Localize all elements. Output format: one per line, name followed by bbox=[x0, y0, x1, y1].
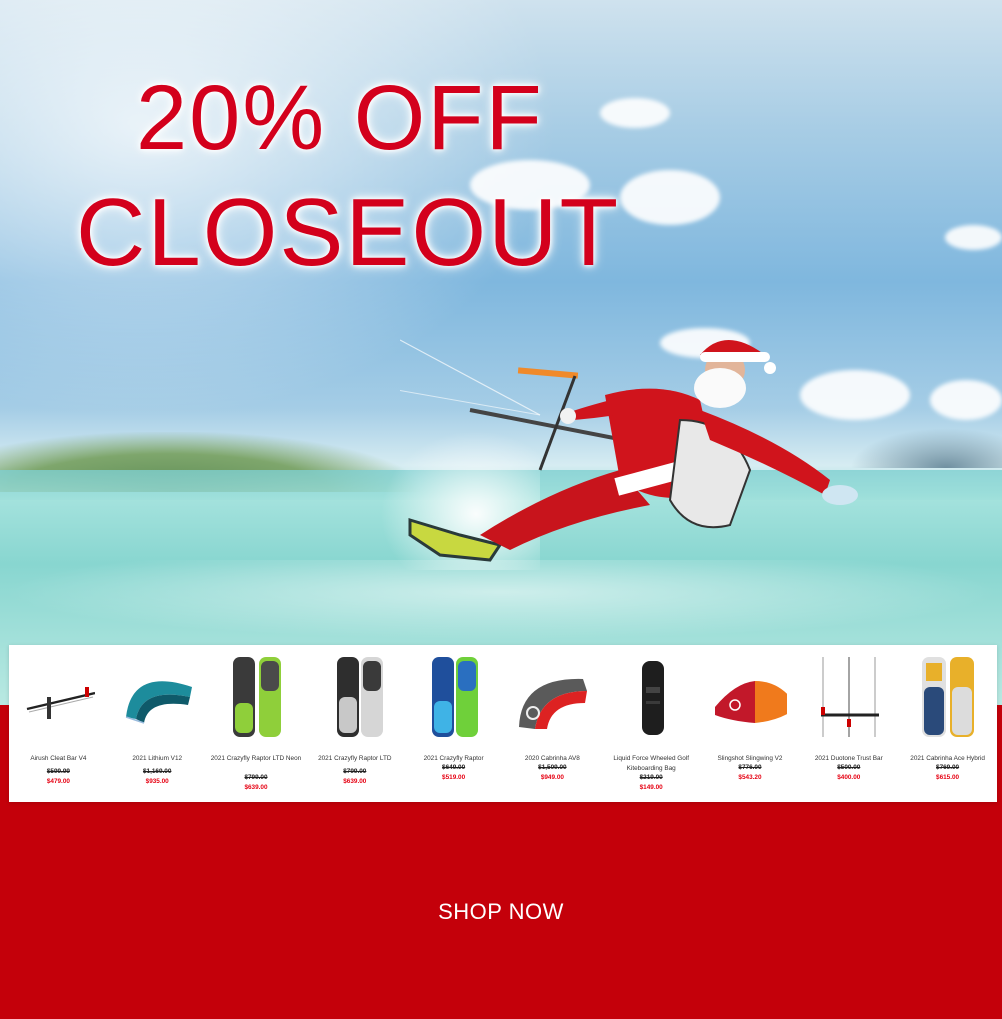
headline-discount: 20% OFF bbox=[136, 67, 544, 169]
kiteboard-icon bbox=[922, 657, 975, 737]
product-name[interactable]: Airush Cleat Bar V4 bbox=[11, 754, 106, 764]
product-name[interactable]: 2021 Crazyfly Raptor LTD bbox=[307, 754, 402, 764]
original-price: $649.00 bbox=[442, 764, 466, 771]
original-price: $500.00 bbox=[837, 764, 861, 771]
product-prices: $799.00 $639.00 bbox=[207, 773, 306, 793]
sale-price: $400.00 bbox=[837, 774, 861, 781]
product-card[interactable]: Airush Cleat Bar V4 $599.99 $479.00 bbox=[9, 645, 108, 802]
product-prices: $599.99 $479.00 bbox=[9, 767, 108, 787]
product-card[interactable]: Slingshot Slingwing V2 $776.00 $543.20 bbox=[701, 645, 800, 802]
sale-price: $615.00 bbox=[936, 774, 960, 781]
shop-now-button[interactable]: SHOP NOW bbox=[411, 896, 591, 928]
kiteboard-icon bbox=[432, 657, 479, 737]
kite-icon bbox=[125, 681, 192, 724]
product-prices: $500.00 $400.00 bbox=[799, 763, 898, 783]
sale-price: $149.00 bbox=[639, 784, 663, 791]
promo-page: 20% OFF CLOSEOUT Airush Cleat Bar V4 $59… bbox=[0, 0, 1002, 1019]
sale-price: $479.00 bbox=[46, 778, 70, 785]
board-bag-icon bbox=[641, 661, 664, 735]
original-price: $799.00 bbox=[244, 774, 268, 781]
product-prices: $1,509.00 $949.00 bbox=[503, 763, 602, 783]
product-card[interactable]: 2021 Crazyfly Raptor LTD $799.00 $639.00 bbox=[305, 645, 404, 802]
product-prices: $649.00 $519.00 bbox=[404, 763, 503, 783]
original-price: $599.99 bbox=[46, 768, 70, 775]
original-price: $1,509.00 bbox=[538, 764, 567, 771]
cloud bbox=[600, 98, 670, 128]
product-prices: $799.00 $639.00 bbox=[305, 767, 404, 787]
product-prices: $1,169.00 $935.00 bbox=[108, 767, 207, 787]
control-bar-icon bbox=[821, 657, 880, 737]
original-price: $799.00 bbox=[343, 768, 367, 775]
sale-price: $639.00 bbox=[244, 784, 268, 791]
hero-image: 20% OFF CLOSEOUT bbox=[0, 0, 1002, 705]
product-prices: $219.00 $149.00 bbox=[602, 773, 701, 793]
original-price: $769.00 bbox=[936, 764, 960, 771]
sale-price: $935.00 bbox=[145, 778, 169, 785]
headline-closeout: CLOSEOUT bbox=[76, 179, 621, 286]
wing-icon bbox=[714, 681, 787, 723]
control-bar-icon bbox=[26, 687, 95, 719]
product-prices: $776.00 $543.20 bbox=[701, 763, 800, 783]
product-card[interactable]: 2020 Cabrinha AV8 $1,509.00 $949.00 bbox=[503, 645, 602, 802]
cloud bbox=[945, 225, 1002, 250]
product-card[interactable]: 2021 Cabrinha Ace Hybrid $769.00 $615.00 bbox=[898, 645, 997, 802]
sale-price: $639.00 bbox=[343, 778, 367, 785]
product-card[interactable]: 2021 Lithium V12 $1,169.00 $935.00 bbox=[108, 645, 207, 802]
kiteboard-icon bbox=[337, 657, 384, 737]
cloud bbox=[930, 380, 1002, 420]
product-name[interactable]: 2021 Crazyfly Raptor LTD Neon bbox=[209, 754, 304, 764]
cloud bbox=[620, 170, 720, 225]
sale-price: $519.00 bbox=[442, 774, 466, 781]
original-price: $1,169.00 bbox=[142, 768, 172, 775]
sale-price: $949.00 bbox=[540, 774, 564, 781]
kite-icon bbox=[518, 678, 587, 729]
original-price: $219.00 bbox=[639, 774, 663, 781]
product-card[interactable]: 2021 Crazyfly Raptor $649.00 $519.00 bbox=[404, 645, 503, 802]
santa-kitesurfer-illustration bbox=[400, 339, 858, 562]
original-price: $776.00 bbox=[738, 764, 762, 771]
product-card[interactable]: Liquid Force Wheeled Golf Kiteboarding B… bbox=[602, 645, 701, 802]
product-strip: Airush Cleat Bar V4 $599.99 $479.00 2021… bbox=[9, 645, 997, 802]
product-prices: $769.00 $615.00 bbox=[898, 763, 997, 783]
product-card[interactable]: 2021 Crazyfly Raptor LTD Neon $799.00 $6… bbox=[207, 645, 306, 802]
product-name[interactable]: Liquid Force Wheeled Golf Kiteboarding B… bbox=[604, 754, 699, 774]
product-name[interactable]: 2021 Lithium V12 bbox=[110, 754, 205, 764]
kiteboard-icon bbox=[232, 657, 281, 737]
sale-price: $543.20 bbox=[738, 774, 762, 781]
product-card[interactable]: 2021 Duotone Trust Bar $500.00 $400.00 bbox=[799, 645, 898, 802]
